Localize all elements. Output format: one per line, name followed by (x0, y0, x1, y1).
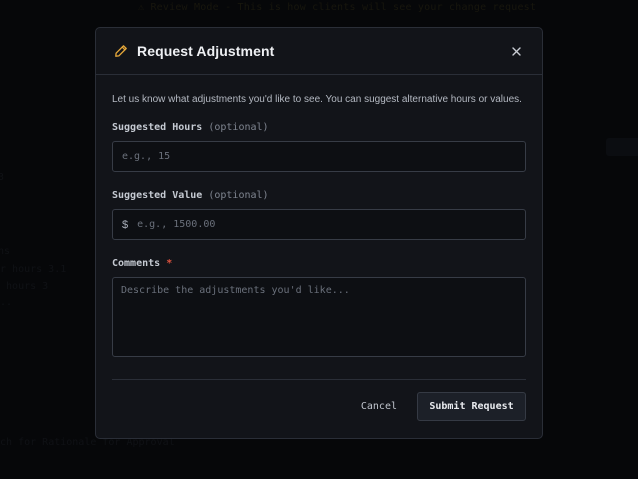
suggested-value-input[interactable]: $ e.g., 1500.00 (112, 209, 526, 240)
optional-tag: (optional) (208, 122, 269, 133)
input-placeholder: e.g., 1500.00 (137, 219, 216, 230)
hours-label: Suggested Hours (optional) (112, 122, 269, 133)
required-marker: * (166, 258, 173, 269)
textarea-placeholder: Describe the adjustments you'd like... (121, 285, 350, 296)
dialog-body: Let us know what adjustments you'd like … (96, 75, 542, 380)
currency-prefix: $ (122, 218, 129, 231)
value-label: Suggested Value (optional) (112, 190, 269, 201)
dialog-title: Request Adjustment (137, 43, 275, 59)
optional-tag: (optional) (208, 190, 269, 201)
dialog-description: Let us know what adjustments you'd like … (112, 94, 522, 105)
submit-request-button[interactable]: Submit Request (417, 392, 526, 421)
dialog-footer: Cancel Submit Request (96, 380, 542, 421)
comments-label: Comments * (112, 258, 173, 269)
cancel-button[interactable]: Cancel (361, 401, 397, 412)
close-icon[interactable] (508, 43, 524, 59)
comments-textarea[interactable]: Describe the adjustments you'd like... (112, 277, 526, 357)
input-placeholder: e.g., 15 (122, 151, 171, 162)
pencil-icon (114, 44, 128, 58)
dialog-header: Request Adjustment (96, 28, 542, 75)
suggested-hours-input[interactable]: e.g., 15 (112, 141, 526, 172)
request-adjustment-dialog: Request Adjustment Let us know what adju… (95, 27, 543, 439)
